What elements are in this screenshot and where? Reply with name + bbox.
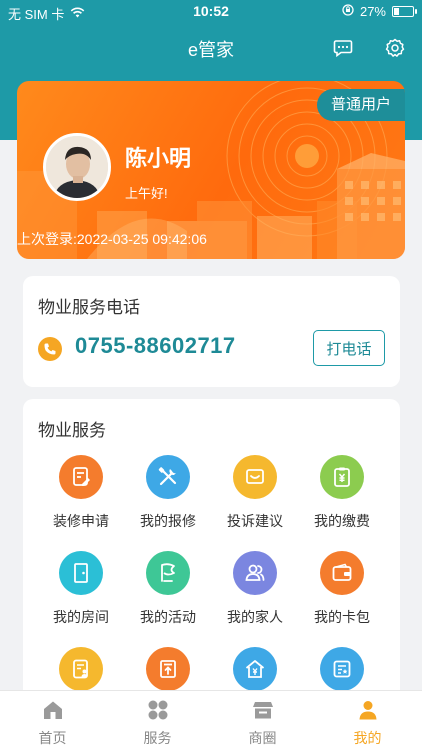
tab-label: 服务: [143, 730, 172, 746]
list-star-icon: [320, 647, 364, 691]
service-label: 我的报修: [140, 513, 196, 529]
service-label: 我的房间: [53, 609, 109, 625]
user-profile-card[interactable]: 普通用户 陈小明 上午好! 上次登录:2022-03-25 09:42:06: [17, 81, 405, 259]
renovation-form-icon: [59, 455, 103, 499]
greeting-text: 上午好!: [125, 186, 168, 201]
tab-label: 首页: [38, 730, 67, 746]
store-icon: [250, 697, 276, 723]
service-item-list[interactable]: [295, 647, 389, 691]
tab-services[interactable]: 服务: [105, 691, 210, 750]
service-item-room[interactable]: 我的房间: [34, 551, 128, 627]
home-icon: [40, 697, 66, 723]
status-bar: 无 SIM 卡 10:52 27%: [0, 0, 422, 24]
family-people-icon: [233, 551, 277, 595]
service-label: 投诉建议: [227, 513, 283, 529]
last-login-text: 上次登录:2022-03-25 09:42:06: [17, 231, 207, 247]
property-services-card: 物业服务 装修申请 我的报修 投诉建议 我的缴费 我的房间 我的活动 我的家人 …: [23, 399, 400, 719]
service-item-payment[interactable]: 我的缴费: [295, 455, 389, 531]
service-item-upload[interactable]: [121, 647, 215, 691]
service-item-repair[interactable]: 我的报修: [121, 455, 215, 531]
phone-number[interactable]: 0755-88602717: [75, 333, 236, 359]
service-item-family[interactable]: 我的家人: [208, 551, 302, 627]
service-item-complaint[interactable]: 投诉建议: [208, 455, 302, 531]
house-yen-icon: [233, 647, 277, 691]
rotation-lock-icon: [342, 4, 354, 19]
activity-flag-icon: [146, 551, 190, 595]
payment-bill-icon: [320, 455, 364, 499]
user-name: 陈小明: [125, 146, 192, 171]
call-button[interactable]: 打电话: [313, 330, 385, 366]
avatar[interactable]: [43, 133, 111, 201]
bottom-tab-bar: 首页 服务 商圈 我的: [0, 690, 422, 750]
user-role-badge: 普通用户: [316, 89, 405, 121]
document-person-icon: [59, 647, 103, 691]
tab-business-circle[interactable]: 商圈: [210, 691, 315, 750]
profile-person-icon: [355, 697, 381, 723]
service-item-activity[interactable]: 我的活动: [121, 551, 215, 627]
service-label: 我的缴费: [314, 513, 370, 529]
settings-gear-icon[interactable]: [383, 36, 407, 60]
tab-home[interactable]: 首页: [0, 691, 105, 750]
card-wallet-icon: [320, 551, 364, 595]
services-grid-icon: [145, 697, 171, 723]
phone-section-title: 物业服务电话: [38, 298, 140, 317]
service-item-document[interactable]: [34, 647, 128, 691]
tab-label: 商圈: [248, 730, 277, 746]
service-item-house-fee[interactable]: [208, 647, 302, 691]
tab-mine[interactable]: 我的: [315, 691, 420, 750]
services-section-title: 物业服务: [38, 421, 106, 440]
navigation-bar: e管家: [0, 28, 422, 68]
service-item-renovation[interactable]: 装修申请: [34, 455, 128, 531]
service-item-card-wallet[interactable]: 我的卡包: [295, 551, 389, 627]
room-door-icon: [59, 551, 103, 595]
page-title: e管家: [187, 40, 234, 60]
repair-tools-icon: [146, 455, 190, 499]
property-phone-card: 物业服务电话 0755-88602717 打电话: [23, 276, 400, 387]
upload-box-icon: [146, 647, 190, 691]
service-label: 装修申请: [53, 513, 109, 529]
battery-percent: 27%: [359, 4, 386, 19]
tab-label: 我的: [353, 730, 382, 746]
complaint-message-icon: [233, 455, 277, 499]
phone-icon: [38, 337, 62, 361]
service-label: 我的家人: [227, 609, 283, 625]
service-label: 我的卡包: [314, 609, 370, 625]
service-label: 我的活动: [140, 609, 196, 625]
message-icon[interactable]: [331, 36, 355, 60]
battery-icon: [392, 6, 417, 17]
